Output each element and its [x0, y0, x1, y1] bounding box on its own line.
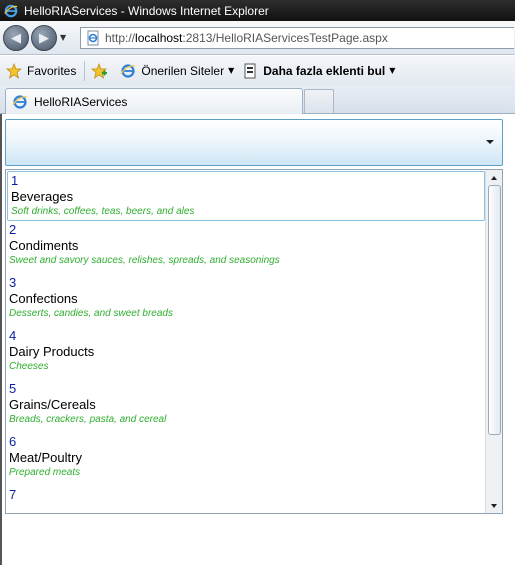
url-rest: :2813/HelloRIAServicesTestPage.aspx — [182, 31, 388, 45]
url-prefix: http:// — [105, 31, 136, 45]
back-arrow-icon: ◀ — [11, 30, 21, 46]
scroll-down-button[interactable] — [486, 498, 502, 513]
list-item[interactable]: 5 Grains/Cereals Breads, crackers, pasta, … — [6, 380, 486, 433]
category-id: 5 — [9, 381, 17, 396]
address-toolbar: ◀ ▶ ▼ http://localhost:2813/HelloRIAServ… — [0, 21, 515, 55]
category-id: 1 — [11, 173, 19, 188]
addon-page-icon — [244, 63, 256, 78]
category-id: 3 — [9, 275, 17, 290]
ie-logo-icon — [4, 4, 18, 17]
more-addons-label: Daha fazla eklenti bul — [263, 63, 386, 78]
category-id: 4 — [9, 328, 17, 343]
category-name: Meat/Poultry — [9, 450, 82, 465]
list-item[interactable]: 6 Meat/Poultry Prepared meats — [6, 433, 486, 486]
forward-arrow-icon: ▶ — [39, 30, 49, 46]
list-item[interactable]: 4 Dairy Products Cheeses — [6, 327, 486, 380]
category-list: 1 Beverages Soft drinks, coffees, teas, be… — [6, 170, 486, 513]
category-description: Sweet and savory sauces, relishes, sprea… — [9, 255, 280, 266]
suggested-sites-label: Önerilen Siteler — [141, 63, 225, 78]
back-button[interactable]: ◀ — [3, 25, 29, 51]
list-item[interactable]: 1 Beverages Soft drinks, coffees, teas, be… — [7, 171, 485, 221]
more-addons-button[interactable]: Daha fazla eklenti bul ▼ — [242, 63, 395, 79]
star-icon — [6, 62, 22, 79]
category-description: Desserts, candies, and sweet breads — [9, 308, 173, 319]
category-description: Breads, crackers, pasta, and cereal — [9, 414, 167, 425]
category-description: Cheeses — [9, 361, 49, 372]
tab-label: HelloRIAServices — [34, 94, 128, 109]
tab-page-icon — [12, 94, 28, 109]
add-favorite-star-icon — [91, 62, 108, 79]
ie-page-icon — [120, 63, 136, 78]
tab-strip: HelloRIAServices — [0, 85, 515, 114]
url-host: localhost — [135, 31, 183, 45]
list-item[interactable]: 3 Confections Desserts, candies, and sweet… — [6, 274, 486, 327]
category-description: Prepared meats — [9, 467, 81, 478]
recent-pages-dropdown-icon[interactable]: ▼ — [60, 33, 66, 42]
address-input[interactable]: http://localhost:2813/HelloRIAServicesTe… — [80, 27, 514, 49]
favorites-divider — [84, 60, 86, 81]
category-name: Grains/Cereals — [9, 397, 96, 412]
new-tab-button[interactable] — [304, 89, 334, 113]
category-combobox[interactable] — [5, 119, 503, 166]
category-listbox[interactable]: 1 Beverages Soft drinks, coffees, teas, be… — [5, 169, 503, 514]
combobox-dropdown-icon — [486, 140, 494, 144]
category-name: Confections — [9, 291, 78, 306]
add-to-favorites-button[interactable] — [91, 62, 112, 79]
category-name: Beverages — [11, 189, 74, 204]
favorites-button[interactable]: Favorites — [6, 62, 77, 79]
url-text: http://localhost:2813/HelloRIAServicesTe… — [105, 31, 388, 45]
window-title-bar[interactable]: HelloRIAServices - Windows Internet Expl… — [0, 0, 515, 21]
window-title: HelloRIAServices - Windows Internet Expl… — [24, 3, 269, 18]
category-name: Condiments — [9, 238, 79, 253]
scroll-down-arrow-icon — [491, 503, 497, 508]
category-id: 2 — [9, 222, 17, 237]
category-description: Soft drinks, coffees, teas, beers, and a… — [11, 206, 195, 217]
favorites-bar: Favorites Önerilen Siteler ▼ Daha fazla … — [0, 56, 515, 85]
suggested-sites-button[interactable]: Önerilen Siteler ▼ — [120, 63, 234, 79]
page-icon — [87, 30, 99, 46]
page-content: 1 Beverages Soft drinks, coffees, teas, be… — [0, 114, 515, 565]
category-name: Dairy Products — [9, 344, 95, 359]
category-id: 7 — [9, 487, 17, 502]
list-item[interactable]: 7 — [6, 486, 486, 513]
more-addons-dropdown-icon: ▼ — [389, 66, 396, 75]
list-scrollbar[interactable] — [485, 170, 502, 513]
tab-hellori-services[interactable]: HelloRIAServices — [5, 88, 303, 114]
scroll-up-button[interactable] — [486, 170, 502, 185]
suggested-sites-dropdown-icon: ▼ — [228, 66, 235, 75]
scroll-up-arrow-icon — [491, 175, 497, 180]
category-id: 6 — [9, 434, 17, 449]
favorites-label: Favorites — [27, 63, 77, 78]
forward-button[interactable]: ▶ — [31, 25, 57, 51]
scroll-thumb[interactable] — [488, 185, 501, 435]
list-item[interactable]: 2 Condiments Sweet and savory sauces, reli… — [6, 221, 486, 274]
